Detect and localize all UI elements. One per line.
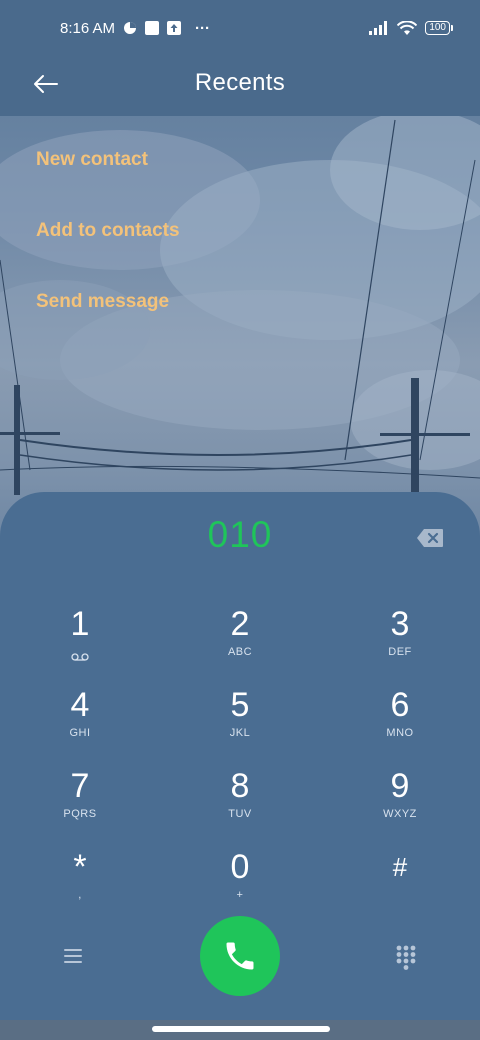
key-digit: 9 — [390, 767, 410, 805]
key-letters: MNO — [386, 727, 414, 739]
wifi-icon — [397, 20, 418, 36]
send-message-option[interactable]: Send message — [0, 272, 480, 343]
call-button[interactable] — [200, 916, 280, 996]
key-digit: 2 — [230, 605, 250, 643]
key-star[interactable]: * , — [0, 845, 160, 926]
key-letters: , — [78, 889, 82, 901]
phone-icon — [226, 942, 254, 970]
key-7[interactable]: 7 PQRS — [0, 764, 160, 845]
signal-icon — [369, 21, 389, 35]
backspace-button[interactable] — [416, 528, 444, 548]
dialpad-toggle-button[interactable] — [394, 944, 418, 970]
key-6[interactable]: 6 MNO — [320, 683, 480, 764]
key-0[interactable]: 0 + — [160, 845, 320, 926]
options-list: New contact Add to contacts Send message — [0, 130, 480, 343]
notification-square-icon — [145, 21, 160, 35]
key-3[interactable]: 3 DEF — [320, 602, 480, 683]
key-digit: * — [73, 848, 87, 886]
key-letters: TUV — [228, 808, 252, 820]
dialer-actions — [0, 916, 480, 996]
key-digit: 6 — [390, 686, 410, 724]
backspace-icon — [417, 529, 443, 547]
key-digit: 5 — [230, 686, 250, 724]
menu-icon — [64, 949, 82, 963]
key-1[interactable]: 1 — [0, 602, 160, 683]
data-saver-icon — [123, 21, 137, 35]
key-digit: 1 — [70, 605, 90, 643]
key-2[interactable]: 2 ABC — [160, 602, 320, 683]
key-letters: DEF — [388, 646, 412, 658]
dialed-number: 010 — [207, 514, 273, 555]
voicemail-icon — [71, 648, 89, 666]
add-to-contacts-option[interactable]: Add to contacts — [0, 201, 480, 272]
upload-icon — [167, 21, 182, 35]
key-5[interactable]: 5 JKL — [160, 683, 320, 764]
keypad: 1 2 ABC 3 DEF 4 GHI 5 JKL 6 MNO 7 PQRS 8… — [0, 602, 480, 926]
key-letters: PQRS — [63, 808, 97, 820]
key-letters: WXYZ — [383, 808, 417, 820]
dialpad-icon — [396, 945, 416, 970]
header: Recents — [0, 56, 480, 116]
more-notifications-icon: ··· — [195, 19, 211, 37]
status-bar: 8:16 AM ··· 100 — [0, 0, 480, 56]
key-digit: 3 — [390, 605, 410, 643]
key-letters: GHI — [69, 727, 91, 739]
key-9[interactable]: 9 WXYZ — [320, 764, 480, 845]
key-digit: # — [392, 852, 408, 882]
page-title: Recents — [194, 69, 286, 96]
key-digit: 7 — [70, 767, 90, 805]
battery-indicator: 100 — [425, 21, 453, 35]
status-time: 8:16 AM — [60, 19, 116, 37]
key-letters: + — [236, 889, 244, 901]
key-letters: ABC — [227, 646, 253, 658]
key-letters: JKL — [229, 727, 251, 739]
key-digit: 4 — [70, 686, 90, 724]
dialer-panel: 010 1 2 ABC 3 DEF 4 GHI 5 JKL 6 MNO 7 PQ… — [0, 492, 480, 1020]
key-4[interactable]: 4 GHI — [0, 683, 160, 764]
key-digit: 8 — [230, 767, 250, 805]
key-hash[interactable]: # — [320, 845, 480, 926]
key-digit: 0 — [230, 848, 250, 886]
home-indicator[interactable] — [152, 1026, 330, 1032]
new-contact-option[interactable]: New contact — [0, 130, 480, 201]
key-8[interactable]: 8 TUV — [160, 764, 320, 845]
menu-button[interactable] — [62, 946, 86, 966]
